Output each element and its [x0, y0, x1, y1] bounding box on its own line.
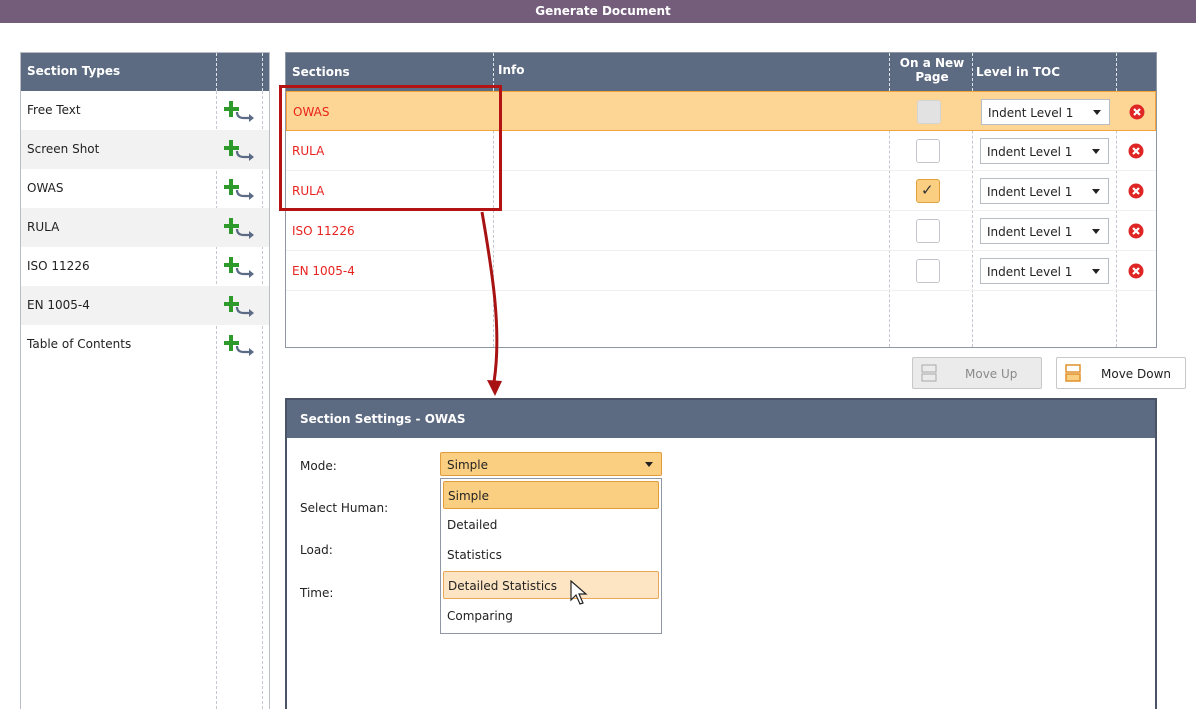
section-type-table-of-contents[interactable]: Table of Contents	[21, 325, 269, 364]
chevron-down-icon	[1092, 149, 1100, 154]
delete-icon[interactable]	[1128, 143, 1144, 159]
mode-option-label: Detailed Statistics	[448, 579, 558, 593]
mode-option-statistics[interactable]: Statistics	[443, 541, 659, 569]
new-page-checkbox[interactable]	[916, 219, 940, 243]
section-type-label: Table of Contents	[27, 337, 132, 351]
annotation-highlight-box	[279, 85, 502, 211]
mode-dropdown[interactable]: Simple	[440, 452, 662, 476]
delete-icon[interactable]	[1128, 223, 1144, 239]
chevron-down-icon	[1092, 269, 1100, 274]
mode-option-simple[interactable]: Simple	[443, 481, 659, 509]
new-page-checkbox[interactable]	[916, 259, 940, 283]
add-arrow-icon[interactable]	[224, 334, 258, 356]
toc-level-value: Indent Level 1	[987, 265, 1073, 279]
section-type-label: Screen Shot	[27, 142, 100, 156]
add-arrow-icon[interactable]	[224, 217, 258, 239]
move-down-label: Move Down	[1101, 367, 1171, 381]
section-type-iso-11226[interactable]: ISO 11226	[21, 247, 269, 286]
section-name: ISO 11226	[292, 224, 355, 238]
toc-level-value: Indent Level 1	[987, 185, 1073, 199]
move-down-button[interactable]: Move Down	[1056, 357, 1186, 389]
mouse-cursor-icon	[570, 580, 588, 605]
column-divider	[216, 53, 217, 91]
section-row[interactable]: ISO 11226 Indent Level 1	[286, 211, 1156, 251]
new-page-checkbox[interactable]	[916, 139, 940, 163]
toc-level-dropdown[interactable]: Indent Level 1	[980, 178, 1109, 204]
select-human-label: Select Human:	[300, 501, 389, 515]
section-type-free-text[interactable]: Free Text	[21, 91, 269, 130]
new-page-checkbox	[917, 100, 941, 124]
column-header-new-page-line1: On a New	[899, 56, 965, 70]
chevron-down-icon	[1092, 229, 1100, 234]
window-title: Generate Document	[535, 4, 671, 18]
column-divider	[1116, 53, 1117, 91]
section-type-screen-shot[interactable]: Screen Shot	[21, 130, 269, 169]
column-header-level: Level in TOC	[976, 65, 1061, 79]
delete-icon[interactable]	[1129, 104, 1145, 120]
delete-icon[interactable]	[1128, 183, 1144, 199]
add-arrow-icon[interactable]	[224, 139, 258, 161]
section-types-list: Free Text Screen Shot OWAS RULA ISO 1122…	[21, 91, 269, 364]
mode-dropdown-value: Simple	[447, 458, 488, 472]
move-down-icon	[1065, 364, 1081, 382]
section-type-label: OWAS	[27, 181, 64, 195]
mode-option-detailed-statistics[interactable]: Detailed Statistics	[443, 571, 659, 599]
mode-option-comparing[interactable]: Comparing	[443, 602, 659, 630]
section-type-owas[interactable]: OWAS	[21, 169, 269, 208]
chevron-down-icon	[1093, 110, 1101, 115]
move-up-label: Move Up	[965, 367, 1018, 381]
column-divider	[889, 53, 890, 91]
chevron-down-icon	[645, 462, 653, 467]
section-settings-header: Section Settings - OWAS	[287, 400, 1155, 438]
move-up-icon	[921, 364, 937, 382]
column-header-new-page: On a New Page	[892, 56, 972, 84]
add-arrow-icon[interactable]	[224, 256, 258, 278]
add-arrow-icon[interactable]	[224, 100, 258, 122]
mode-option-label: Statistics	[447, 548, 502, 562]
window-title-bar: Generate Document	[0, 0, 1196, 23]
section-type-en-1005-4[interactable]: EN 1005-4	[21, 286, 269, 325]
mode-label: Mode:	[300, 459, 337, 473]
delete-icon[interactable]	[1128, 263, 1144, 279]
column-header-info: Info	[498, 63, 525, 77]
section-types-panel: Section Types Free Text Screen Shot OWAS…	[20, 52, 270, 709]
toc-level-dropdown[interactable]: Indent Level 1	[980, 138, 1109, 164]
toc-level-value: Indent Level 1	[988, 106, 1074, 120]
load-label: Load:	[300, 543, 333, 557]
column-divider	[972, 53, 973, 91]
section-types-header-label: Section Types	[27, 64, 121, 78]
column-header-new-page-line2: Page	[915, 70, 949, 84]
section-type-label: EN 1005-4	[27, 298, 90, 312]
mode-option-detailed[interactable]: Detailed	[443, 511, 659, 539]
toc-level-dropdown[interactable]: Indent Level 1	[980, 218, 1109, 244]
toc-level-value: Indent Level 1	[987, 145, 1073, 159]
section-type-label: ISO 11226	[27, 259, 90, 273]
toc-level-dropdown[interactable]: Indent Level 1	[981, 99, 1110, 125]
mode-option-label: Detailed	[447, 518, 498, 532]
mode-option-label: Simple	[448, 489, 489, 503]
section-type-rula[interactable]: RULA	[21, 208, 269, 247]
section-type-label: Free Text	[27, 103, 81, 117]
toc-level-value: Indent Level 1	[987, 225, 1073, 239]
section-row[interactable]: EN 1005-4 Indent Level 1	[286, 251, 1156, 291]
column-divider	[262, 53, 263, 91]
move-up-button[interactable]: Move Up	[912, 357, 1042, 389]
time-label: Time:	[300, 586, 334, 600]
section-type-label: RULA	[27, 220, 60, 234]
add-arrow-icon[interactable]	[224, 295, 258, 317]
new-page-checkbox[interactable]	[916, 179, 940, 203]
mode-dropdown-list: Simple Detailed Statistics Detailed Stat…	[440, 478, 662, 634]
section-settings-panel: Section Settings - OWAS Mode: Select Hum…	[285, 398, 1157, 709]
mode-option-label: Comparing	[447, 609, 513, 623]
add-arrow-icon[interactable]	[224, 178, 258, 200]
toc-level-dropdown[interactable]: Indent Level 1	[980, 258, 1109, 284]
chevron-down-icon	[1092, 189, 1100, 194]
section-types-header: Section Types	[21, 53, 269, 91]
section-settings-title: Section Settings - OWAS	[300, 412, 466, 426]
column-header-sections: Sections	[292, 65, 350, 79]
section-name: EN 1005-4	[292, 264, 355, 278]
